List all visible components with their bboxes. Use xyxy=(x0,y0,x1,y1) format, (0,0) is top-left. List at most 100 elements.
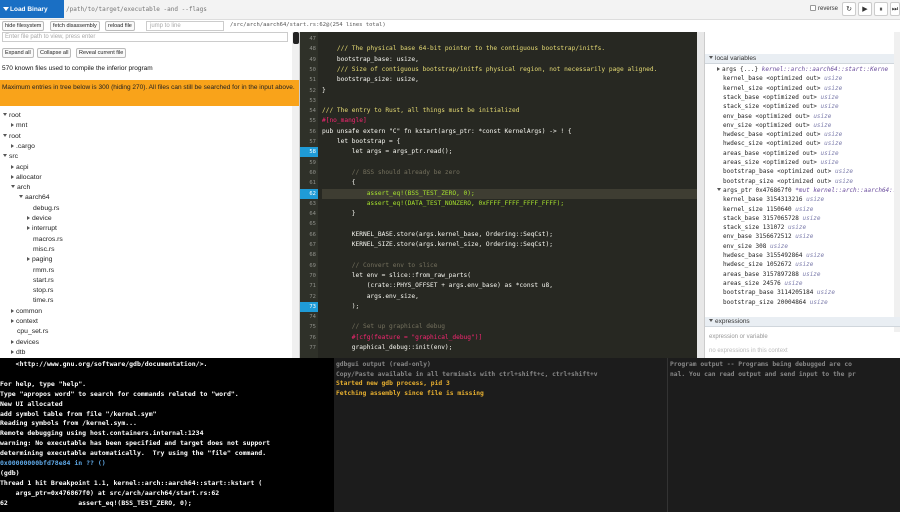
tree-item[interactable]: acpi xyxy=(11,164,28,171)
line-number[interactable]: 77 xyxy=(300,343,318,353)
chevron-right-icon[interactable] xyxy=(11,349,14,354)
tree-item[interactable]: dtb xyxy=(11,349,25,356)
chevron-right-icon[interactable] xyxy=(11,319,14,323)
editor-scrollbar[interactable] xyxy=(697,32,704,358)
chevron-right-icon[interactable] xyxy=(27,257,30,262)
tree-item[interactable]: paging xyxy=(27,256,52,263)
step-button[interactable]: ⏭ xyxy=(890,2,900,16)
collapse-all-button[interactable]: Collapse all xyxy=(37,48,72,58)
pause-button[interactable]: ⏸ xyxy=(874,2,888,16)
gdb-terminal[interactable]: <http://www.gnu.org/software/gdb/documen… xyxy=(0,358,330,512)
chevron-down-icon[interactable] xyxy=(19,195,23,199)
line-number[interactable]: 63 xyxy=(300,199,318,209)
local-variable[interactable]: kernel_size 1150640 usize xyxy=(723,206,813,215)
line-number[interactable]: 72 xyxy=(300,292,318,302)
line-number[interactable]: 71 xyxy=(300,281,318,291)
tree-item[interactable]: mnt xyxy=(11,122,27,129)
local-variable[interactable]: env_size <optimized out> usize xyxy=(723,122,831,131)
local-variable[interactable]: hwdesc_base 3155492864 usize xyxy=(723,252,824,261)
jump-to-line-input[interactable]: jump to line xyxy=(146,21,224,31)
local-variable[interactable]: stack_base 3157065728 usize xyxy=(723,215,821,224)
file-path-input[interactable]: Enter file path to view, press enter xyxy=(2,32,288,42)
local-variable[interactable]: hwdesc_base <optimized out> usize xyxy=(723,131,842,140)
local-variable[interactable]: stack_size <optimized out> usize xyxy=(723,103,839,112)
restart-button[interactable]: ↻ xyxy=(842,2,856,16)
local-variable[interactable]: bootstrap_base 3114205184 usize xyxy=(723,289,835,298)
reverse-checkbox[interactable]: reverse xyxy=(810,5,838,12)
line-number[interactable]: 55 xyxy=(300,116,318,126)
local-variable[interactable]: areas_base <optimized out> usize xyxy=(723,150,839,159)
line-number[interactable]: 59 xyxy=(300,158,318,168)
chevron-down-icon[interactable] xyxy=(3,133,7,137)
local-variable[interactable]: bootstrap_base <optimized out> usize xyxy=(723,168,853,177)
tree-item[interactable]: arch xyxy=(11,184,30,191)
line-number[interactable]: 52 xyxy=(300,86,318,96)
tree-item[interactable]: macros.rs xyxy=(33,236,63,243)
chevron-down-icon[interactable] xyxy=(3,113,7,116)
line-number[interactable]: 51 xyxy=(300,75,318,85)
tree-item[interactable]: .cargo xyxy=(11,143,35,150)
line-number[interactable]: 57 xyxy=(300,137,318,147)
chevron-right-icon[interactable] xyxy=(27,216,30,220)
chevron-right-icon[interactable] xyxy=(11,308,14,313)
expressions-header[interactable]: expressions xyxy=(705,317,900,327)
tree-item[interactable]: context xyxy=(11,318,38,325)
tree-item[interactable]: aarch64 xyxy=(19,194,50,201)
tree-item[interactable]: device xyxy=(27,215,52,222)
local-variable[interactable]: stack_size 131072 usize xyxy=(723,224,806,233)
tree-item[interactable]: root xyxy=(3,112,21,119)
line-number[interactable]: 68 xyxy=(300,250,318,260)
line-number[interactable]: 56 xyxy=(300,127,318,137)
tree-item[interactable]: allocator xyxy=(11,174,42,181)
program-output-terminal[interactable]: Program output -- Programs being debugge… xyxy=(667,358,900,512)
local-variable[interactable]: kernel_base 3154313216 usize xyxy=(723,196,824,205)
line-number[interactable]: 74 xyxy=(300,312,318,322)
reload-file-button[interactable]: reload file xyxy=(105,21,135,31)
line-number[interactable]: 67 xyxy=(300,240,318,250)
local-variable[interactable]: args_ptr 0x476867f0 *mut kernel::arch::a… xyxy=(717,187,900,196)
tree-item[interactable]: src xyxy=(3,153,18,160)
line-number[interactable]: 50 xyxy=(300,65,318,75)
line-number[interactable]: 70 xyxy=(300,271,318,281)
line-number[interactable]: 64 xyxy=(300,209,318,219)
line-number[interactable]: 69 xyxy=(300,261,318,271)
chevron-right-icon[interactable] xyxy=(11,339,14,344)
line-number[interactable]: 61 xyxy=(300,178,318,188)
chevron-down-icon[interactable] xyxy=(11,185,15,189)
binary-path-input[interactable] xyxy=(66,3,806,16)
local-variables-header[interactable]: local variables xyxy=(705,54,900,64)
line-number[interactable]: 53 xyxy=(300,96,318,106)
chevron-right-icon[interactable] xyxy=(11,143,14,148)
tree-item[interactable]: stop.rs xyxy=(33,287,53,294)
tree-item[interactable]: interrupt xyxy=(27,225,57,232)
line-number[interactable]: 48 xyxy=(300,44,318,54)
local-variable[interactable]: args {...} kernel::arch::aarch64::start:… xyxy=(717,66,888,75)
expand-all-button[interactable]: Expand all xyxy=(2,48,34,58)
tree-item[interactable]: start.rs xyxy=(33,277,54,284)
local-variable[interactable]: env_base <optimized out> usize xyxy=(723,113,831,122)
local-variable[interactable]: kernel_size <optimized out> usize xyxy=(723,85,842,94)
breakpoint-line-number[interactable]: 73 xyxy=(300,301,318,312)
chevron-right-icon[interactable] xyxy=(717,67,720,71)
continue-button[interactable]: ▶ xyxy=(858,2,872,16)
line-number[interactable]: 76 xyxy=(300,333,318,343)
tree-item[interactable]: common xyxy=(11,308,42,315)
tree-item[interactable]: devices xyxy=(11,339,39,346)
fetch-disassembly-button[interactable]: fetch disassembly xyxy=(50,21,100,31)
local-variable[interactable]: areas_base 3157897288 usize xyxy=(723,271,821,280)
local-variable[interactable]: areas_size 24576 usize xyxy=(723,280,802,289)
tree-item[interactable]: root xyxy=(3,133,21,140)
local-variable[interactable]: bootstrap_size <optimized out> usize xyxy=(723,178,853,187)
tree-item[interactable]: cpu_set.rs xyxy=(17,328,48,335)
hide-filesystem-button[interactable]: hide filesystem xyxy=(2,21,45,31)
chevron-right-icon[interactable] xyxy=(11,164,14,169)
line-number[interactable]: 47 xyxy=(300,34,318,44)
locals-scrollbar[interactable] xyxy=(894,32,900,332)
scrollbar-thumb[interactable] xyxy=(293,32,299,44)
gdbgui-output-terminal[interactable]: gdbgui output (read-only) Copy/Paste avai… xyxy=(334,358,667,512)
local-variable[interactable]: kernel_base <optimized out> usize xyxy=(723,75,842,84)
line-number[interactable]: 49 xyxy=(300,55,318,65)
local-variable[interactable]: areas_size <optimized out> usize xyxy=(723,159,839,168)
breakpoint-line-number[interactable]: 62 xyxy=(300,188,318,199)
local-variable[interactable]: env_base 3156672512 usize xyxy=(723,233,813,242)
